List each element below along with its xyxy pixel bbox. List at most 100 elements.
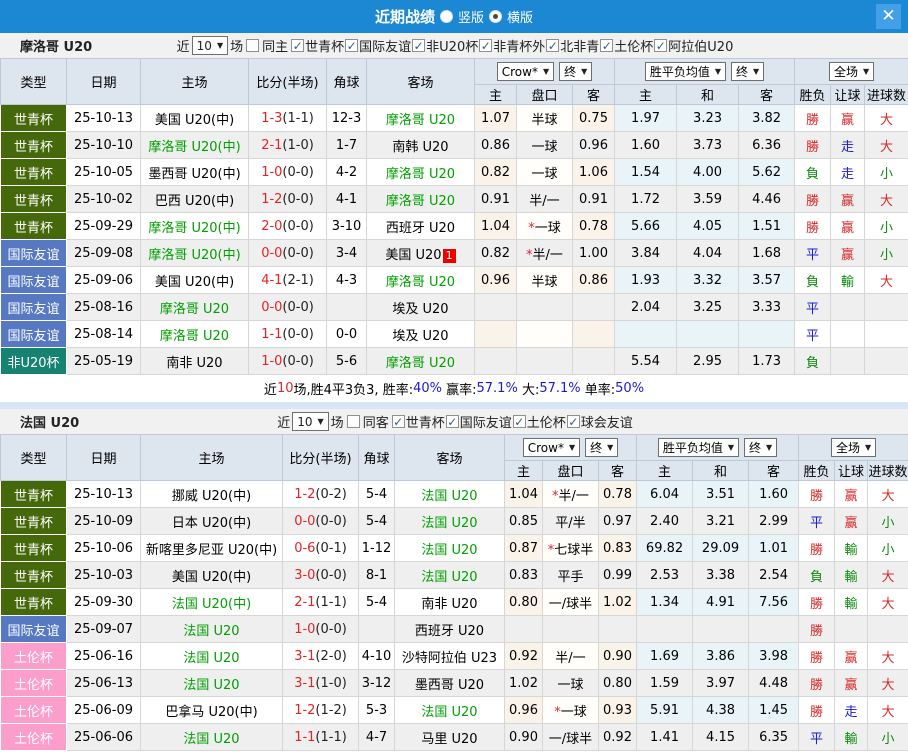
competition-type-cell: 土伦杯 xyxy=(1,697,67,724)
competition-type-cell: 世青杯 xyxy=(1,213,67,240)
league-filter-checkbox[interactable]: ✓ xyxy=(479,39,492,52)
avg-home-cell: 2.04 xyxy=(615,294,677,321)
handicap-result-cell: 赢 xyxy=(835,643,868,670)
team-title: 摩洛哥 U20 xyxy=(20,36,92,55)
match-row: 土伦杯25-06-16法国 U203-1(2-0)4-10沙特阿拉伯 U230.… xyxy=(1,643,908,670)
home-team-cell: 挪威 U20(中) xyxy=(141,481,283,508)
handicap-result-cell: 輸 xyxy=(835,535,868,562)
match-count-select[interactable]: 10▼ xyxy=(292,412,328,431)
result-cell: 勝 xyxy=(799,697,835,724)
avg-draw-cell: 3.59 xyxy=(677,186,739,213)
goals-cell: 大 xyxy=(868,697,908,724)
league-filter-label: 北非青 xyxy=(560,36,599,55)
handicap-cell xyxy=(543,616,599,643)
league-filter-checkbox[interactable]: ✓ xyxy=(600,39,613,52)
avg-odds-select[interactable]: 胜平负均值 ▼ xyxy=(658,438,739,457)
goals-cell xyxy=(865,294,908,321)
col-avg-home: 主 xyxy=(637,461,693,481)
avg-draw-cell: 3.51 xyxy=(693,481,749,508)
col-type: 类型 xyxy=(1,435,67,481)
result-cell: 平 xyxy=(799,508,835,535)
avg-home-cell: 2.40 xyxy=(637,508,693,535)
match-date-cell: 25-10-03 xyxy=(67,562,141,589)
dropdown-arrow-icon: ▼ xyxy=(581,67,587,76)
goals-cell xyxy=(865,348,908,375)
close-button[interactable]: ✕ xyxy=(876,4,901,29)
league-filter-checkbox[interactable]: ✓ xyxy=(546,39,559,52)
league-filter-checkbox[interactable]: ✓ xyxy=(345,39,358,52)
match-row: 世青杯25-10-02巴西 U20(中)1-2(0-0)4-1摩洛哥 U200.… xyxy=(1,186,908,213)
avg-time-select[interactable]: 终 ▼ xyxy=(731,62,764,81)
avg-away-cell: 5.62 xyxy=(739,159,795,186)
filter-bar: 法国 U20 近10▼场同客✓世青杯✓国际友谊✓土伦杯✓球会友谊 xyxy=(0,409,908,434)
near-label: 近 xyxy=(277,412,290,431)
avg-odds-select[interactable]: 胜平负均值 ▼ xyxy=(645,62,726,81)
avg-away-cell: 3.98 xyxy=(749,643,799,670)
handicap-result-cell: 赢 xyxy=(835,670,868,697)
home-team-cell: 墨西哥 U20(中) xyxy=(141,159,249,186)
match-row: 世青杯25-10-13挪威 U20(中)1-2(0-2)5-4法国 U201.0… xyxy=(1,481,908,508)
bookmaker-select[interactable]: Crow* ▼ xyxy=(497,62,554,81)
league-filter-checkbox[interactable]: ✓ xyxy=(567,415,580,428)
avg-home-cell: 1.97 xyxy=(615,105,677,132)
bookmaker-select[interactable]: Crow* ▼ xyxy=(523,438,580,457)
avg-draw-cell: 4.04 xyxy=(677,240,739,267)
league-filter-checkbox[interactable]: ✓ xyxy=(412,39,425,52)
match-row: 世青杯25-10-13美国 U20(中)1-3(1-1)12-3摩洛哥 U201… xyxy=(1,105,908,132)
col-handicap: 盘口 xyxy=(543,461,599,481)
result-cell: 勝 xyxy=(795,213,831,240)
col-result: 胜负 xyxy=(799,461,835,481)
home-team-cell: 法国 U20(中) xyxy=(141,589,283,616)
odds-away-cell xyxy=(573,294,615,321)
match-date-cell: 25-09-07 xyxy=(67,616,141,643)
same-venue-checkbox[interactable] xyxy=(246,39,259,52)
odds-home-cell: 0.90 xyxy=(505,724,543,751)
league-filter-checkbox[interactable]: ✓ xyxy=(654,39,667,52)
odds-time-select[interactable]: 终 ▼ xyxy=(585,438,618,457)
league-filter-checkbox[interactable]: ✓ xyxy=(513,415,526,428)
match-row: 世青杯25-10-06新喀里多尼亚 U20(中)0-6(0-1)1-12法国 U… xyxy=(1,535,908,562)
corners-cell: 3-10 xyxy=(327,213,367,240)
goals-cell: 大 xyxy=(865,267,908,294)
handicap-cell xyxy=(517,294,573,321)
goals-cell: 大 xyxy=(865,105,908,132)
horizontal-layout-label: 横版 xyxy=(507,7,533,26)
corners-cell: 4-2 xyxy=(327,159,367,186)
same-venue-checkbox[interactable] xyxy=(347,415,360,428)
avg-draw-cell: 4.15 xyxy=(693,724,749,751)
handicap-result-cell: 輸 xyxy=(835,562,868,589)
away-team-cell: 法国 U20 xyxy=(395,481,505,508)
away-team-cell: 摩洛哥 U20 xyxy=(367,267,475,294)
result-cell: 負 xyxy=(795,267,831,294)
league-filter-checkbox[interactable]: ✓ xyxy=(291,39,304,52)
avg-time-select[interactable]: 终 ▼ xyxy=(744,438,777,457)
match-count-select[interactable]: 10▼ xyxy=(192,36,228,55)
period-select[interactable]: 全场 ▼ xyxy=(829,62,874,81)
avg-away-cell: 7.56 xyxy=(749,589,799,616)
away-team-cell: 摩洛哥 U20 xyxy=(367,186,475,213)
score-cell: 2-0(0-0) xyxy=(249,213,327,240)
result-cell: 勝 xyxy=(799,643,835,670)
match-date-cell: 25-09-06 xyxy=(67,267,141,294)
away-team-cell: 法国 U20 xyxy=(395,562,505,589)
handicap-result-cell: 赢 xyxy=(831,213,865,240)
odds-home-cell: 0.96 xyxy=(475,267,517,294)
horizontal-layout-radio[interactable] xyxy=(489,10,502,23)
result-cell: 負 xyxy=(799,562,835,589)
odds-time-select[interactable]: 终 ▼ xyxy=(559,62,592,81)
period-select[interactable]: 全场 ▼ xyxy=(831,438,876,457)
league-filter-checkbox[interactable]: ✓ xyxy=(446,415,459,428)
avg-home-cell: 1.93 xyxy=(615,267,677,294)
odds-away-cell: 0.90 xyxy=(599,643,637,670)
odds-away-cell: 1.00 xyxy=(573,240,615,267)
match-date-cell: 25-06-13 xyxy=(67,670,141,697)
competition-type-cell: 世青杯 xyxy=(1,589,67,616)
league-filter-checkbox[interactable]: ✓ xyxy=(392,415,405,428)
odds-home-cell: 1.07 xyxy=(475,105,517,132)
avg-home-cell: 2.53 xyxy=(637,562,693,589)
dropdown-arrow-icon: ▼ xyxy=(863,67,869,76)
result-cell: 勝 xyxy=(795,132,831,159)
goals-cell: 大 xyxy=(868,643,908,670)
match-row: 土伦杯25-06-13法国 U203-1(1-0)3-12墨西哥 U201.02… xyxy=(1,670,908,697)
vertical-layout-radio[interactable] xyxy=(440,10,453,23)
